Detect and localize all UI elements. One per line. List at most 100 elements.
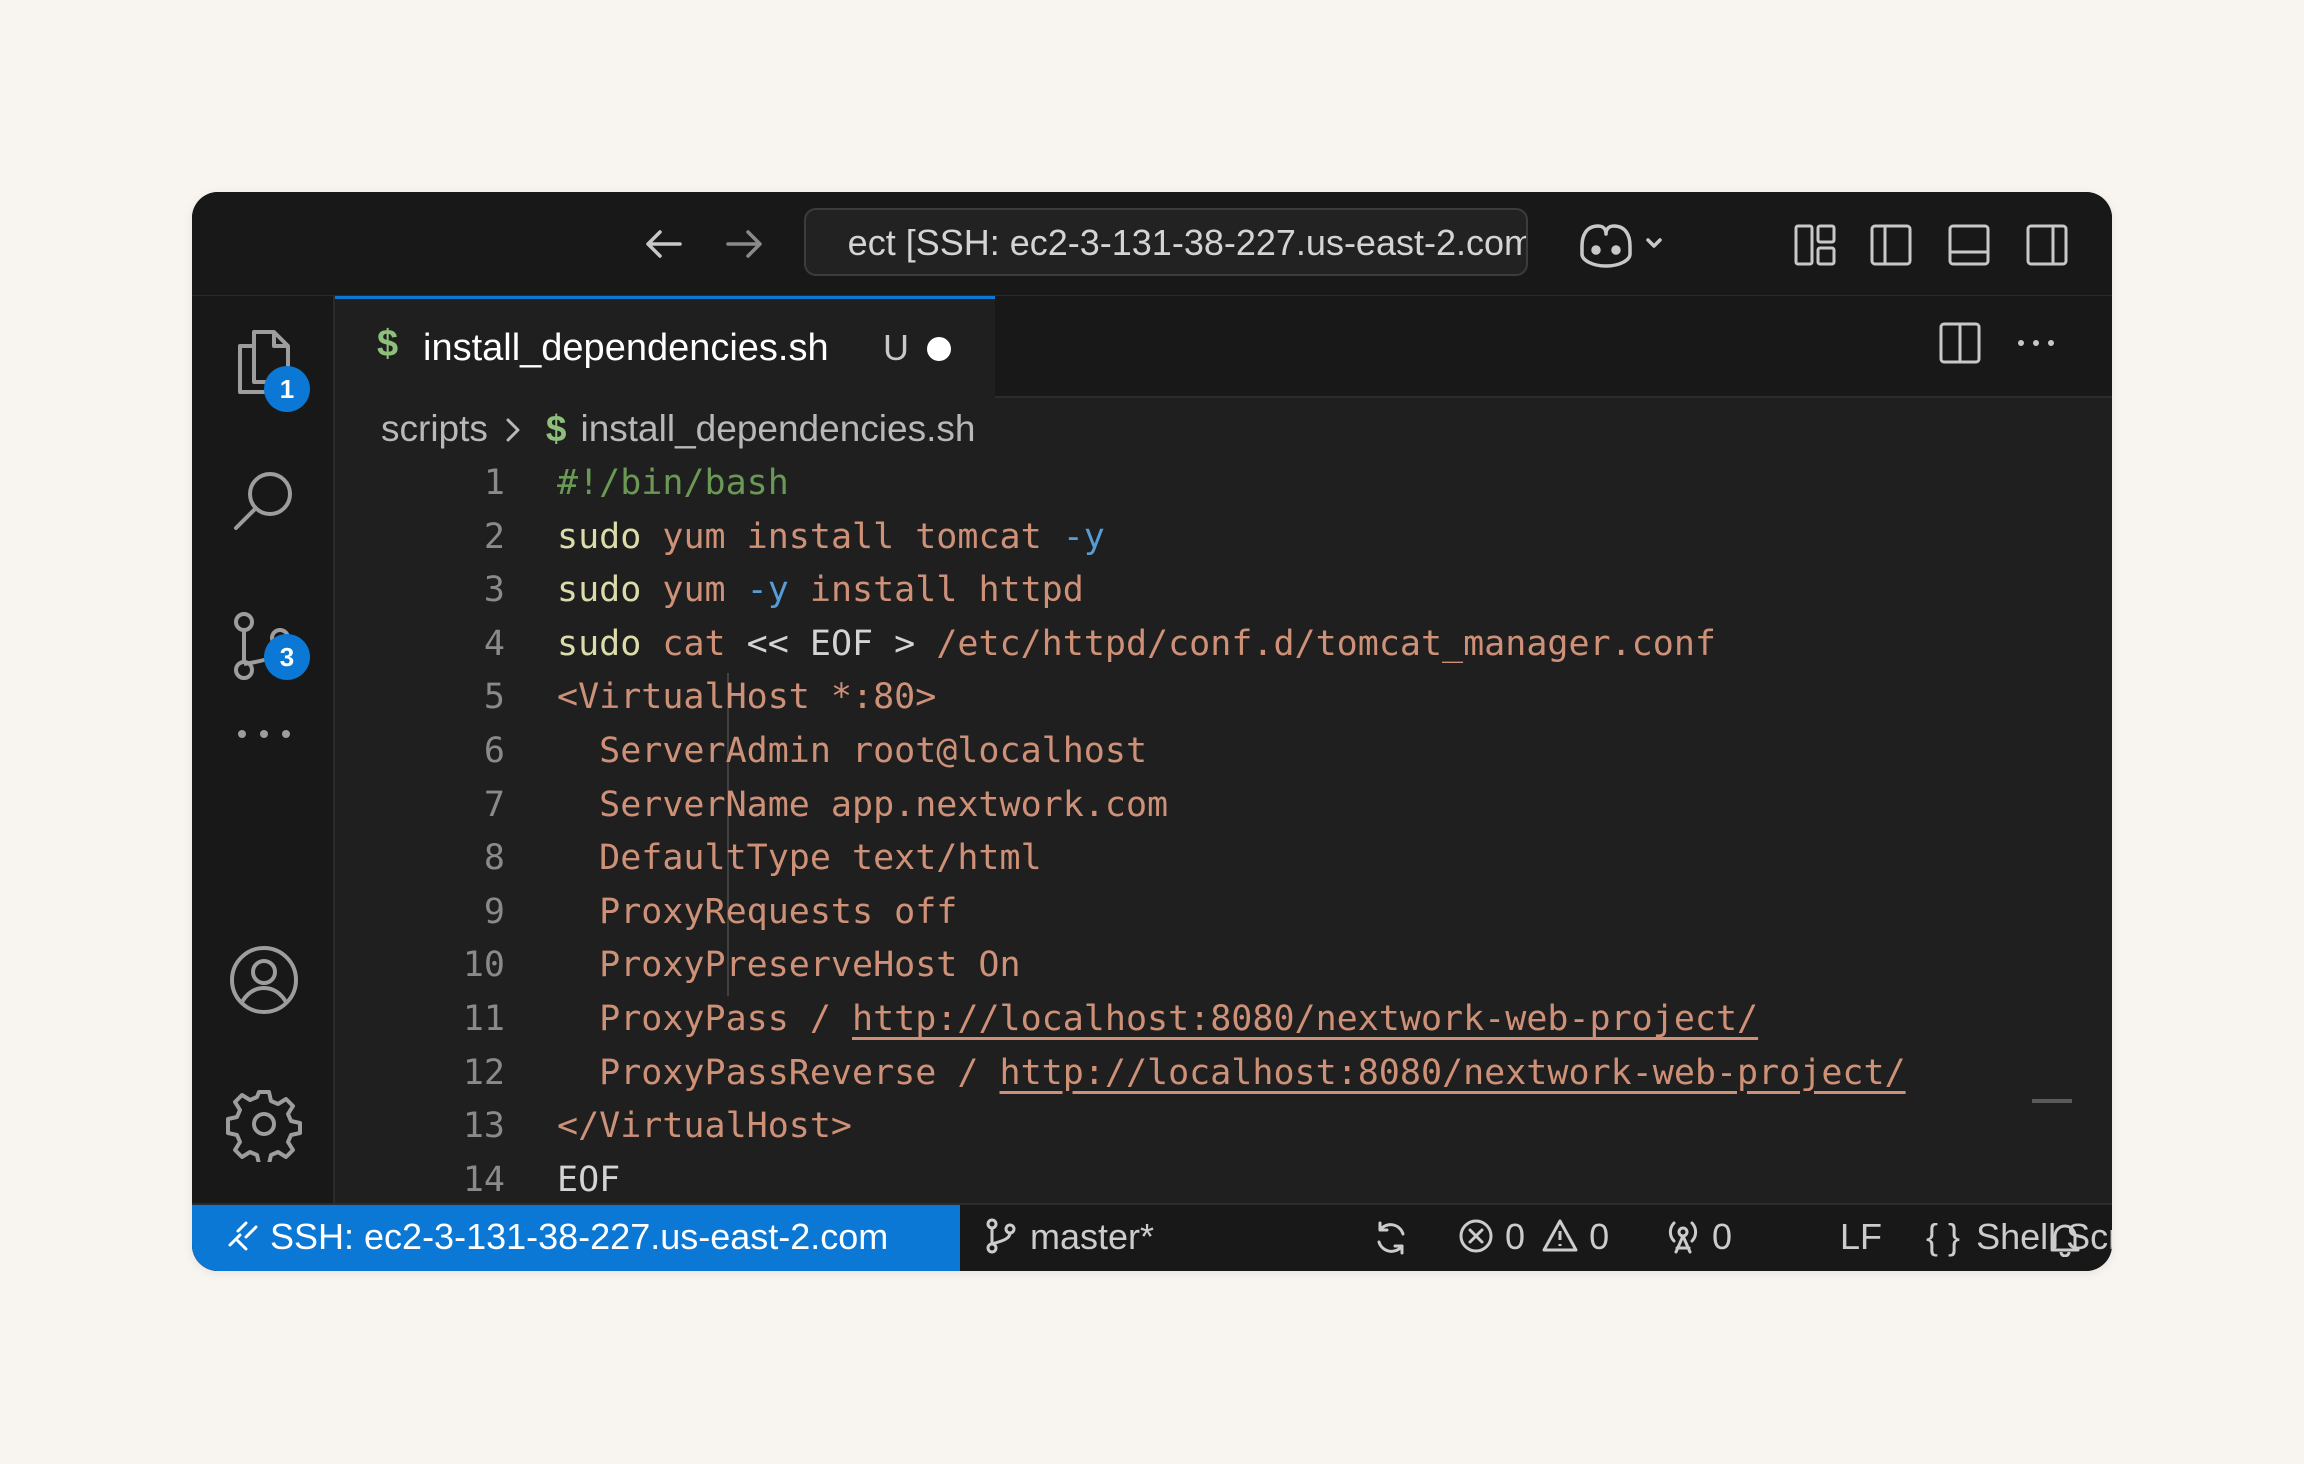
line-number: 1 (483, 463, 505, 503)
ports-indicator[interactable]: 0 (1664, 1205, 1732, 1271)
line-text: sudo cat << EOF > /etc/httpd/conf.d/tomc… (557, 617, 1716, 671)
line-number: 14 (462, 1159, 505, 1200)
back-arrow-icon[interactable] (640, 220, 688, 268)
explorer-badge: 1 (264, 366, 310, 412)
line-text: ServerAdmin root@localhost (557, 724, 1147, 778)
code-token: << EOF > (746, 623, 937, 664)
breadcrumb-folder[interactable]: scripts (381, 408, 488, 449)
line-number: 4 (483, 623, 505, 664)
end-of-line[interactable]: LF (1840, 1205, 1882, 1271)
status-bar: SSH: ec2-3-131-38-227.us-east-2.com mast… (192, 1203, 2112, 1271)
line-text: ServerName app.nextwork.com (557, 778, 1168, 832)
line-number: 3 (483, 570, 505, 611)
remote-indicator[interactable]: SSH: ec2-3-131-38-227.us-east-2.com (192, 1205, 960, 1271)
settings-gear-icon[interactable] (226, 1086, 302, 1162)
code-token: yum install tomcat (641, 516, 1063, 557)
editor-area: $ install_dependencies.sh U scripts $ inst… (335, 296, 2112, 1205)
line-number: 9 (483, 891, 505, 932)
line-text: #!/bin/bash (557, 456, 789, 510)
line-number: 13 (462, 1106, 505, 1147)
code-editor[interactable]: 1 #!/bin/bash 2 sudo yum install tomcat -y 3… (335, 456, 2072, 1205)
breadcrumb-file[interactable]: install_dependencies.sh (580, 408, 975, 449)
git-branch-icon (986, 1218, 1016, 1254)
code-token: -y (1062, 516, 1105, 557)
copilot-icon[interactable] (1572, 216, 1668, 272)
language-mode[interactable]: { } Shell Script (1926, 1205, 2112, 1271)
split-editor-icon[interactable] (1935, 318, 1985, 368)
vscode-window: ect [SSH: ec2-3-131-38-227.us-east-2.com… (192, 192, 2112, 1271)
code-token: DefaultType text/html (557, 838, 1042, 879)
error-count: 0 (1505, 1216, 1526, 1257)
shell-file-icon: $ (545, 408, 567, 449)
line-text: ProxyPass / http://localhost:8080/nextwo… (557, 992, 1758, 1046)
source-control-badge: 3 (264, 634, 310, 680)
error-icon (1459, 1219, 1493, 1253)
unsaved-dot-icon[interactable] (927, 337, 951, 361)
tab-install-dependencies[interactable]: $ install_dependencies.sh U (335, 296, 995, 398)
code-link[interactable]: http://localhost:8080/nextwork-web-proje… (852, 999, 1758, 1039)
code-token: cat (641, 623, 747, 664)
code-token: ServerName app.nextwork.com (557, 784, 1169, 825)
bell-icon[interactable] (2046, 1219, 2084, 1257)
language-label: Shell Script (1976, 1216, 2112, 1257)
line-text: ProxyPassReverse / http://localhost:8080… (557, 1046, 1906, 1100)
title-bar: ect [SSH: ec2-3-131-38-227.us-east-2.com (192, 192, 2112, 297)
braces-icon: { } (1926, 1216, 1961, 1257)
code-token: yum (641, 570, 747, 611)
tab-label: install_dependencies.sh (423, 327, 829, 369)
scrollbar-indicator[interactable] (2032, 1099, 2072, 1103)
line-text: <VirtualHost *:80> (557, 670, 936, 724)
code-token: ProxyRequests off (557, 891, 958, 932)
code-token: </VirtualHost> (557, 1106, 853, 1147)
activity-bar: 1 3 (192, 296, 335, 1205)
code-token: EOF (557, 1159, 621, 1200)
tab-untracked-status: U (883, 327, 909, 368)
line-number: 12 (462, 1052, 505, 1093)
forward-arrow-icon[interactable] (720, 220, 768, 268)
code-token: ServerAdmin root@localhost (557, 731, 1148, 771)
toggle-secondary-sidebar-icon[interactable] (2024, 222, 2070, 268)
sync-icon[interactable] (1372, 1219, 1410, 1257)
customize-layout-icon[interactable] (1792, 222, 1838, 268)
toggle-primary-sidebar-icon[interactable] (1868, 222, 1914, 268)
problems-indicator[interactable]: 0 0 (1457, 1205, 1609, 1271)
branch-name: master* (1030, 1216, 1155, 1257)
code-token: <VirtualHost *:80> (557, 677, 937, 718)
line-text: </VirtualHost> (557, 1099, 852, 1153)
line-text: sudo yum install tomcat -y (557, 510, 1105, 564)
tab-strip: $ install_dependencies.sh U (335, 296, 2112, 398)
line-text: sudo yum -y install httpd (557, 563, 1084, 617)
command-center[interactable]: ect [SSH: ec2-3-131-38-227.us-east-2.com (804, 208, 1528, 276)
more-actions-icon[interactable] (2011, 318, 2061, 368)
line-text: ProxyPreserveHost On (557, 938, 1021, 992)
search-icon[interactable] (226, 464, 302, 540)
line-number: 10 (462, 945, 505, 986)
code-token: sudo (557, 570, 642, 611)
line-number: 11 (462, 999, 505, 1039)
broadcast-icon (1668, 1221, 1698, 1254)
breadcrumb: scripts $ install_dependencies.sh (381, 404, 975, 454)
warning-icon (1542, 1219, 1578, 1252)
code-token: ProxyPreserveHost On (557, 945, 1021, 986)
line-number: 2 (483, 516, 505, 557)
toggle-panel-icon[interactable] (1946, 222, 1992, 268)
branch-indicator[interactable]: master* (982, 1205, 1154, 1271)
shell-file-icon: $ (377, 323, 399, 365)
code-token: -y (746, 570, 789, 611)
command-center-text: ect [SSH: ec2-3-131-38-227.us-east-2.com (847, 222, 1528, 263)
warning-count: 0 (1589, 1216, 1610, 1257)
line-number: 6 (483, 731, 505, 771)
code-link[interactable]: http://localhost:8080/nextwork-web-proje… (1000, 1053, 1906, 1093)
line-number: 5 (483, 677, 505, 718)
accounts-icon[interactable] (226, 942, 302, 1018)
ports-count: 0 (1712, 1216, 1733, 1257)
code-token: ProxyPassReverse / (557, 1052, 1000, 1093)
line-text: ProxyRequests off (557, 885, 957, 939)
line-text: EOF (557, 1153, 620, 1205)
chevron-right-icon (506, 418, 520, 442)
code-token: /etc/httpd/conf.d/tomcat_manager.conf (936, 623, 1716, 664)
more-views-icon[interactable] (226, 696, 302, 772)
code-token: ProxyPass / (557, 999, 853, 1039)
remote-icon (228, 1221, 258, 1251)
code-token: sudo (557, 623, 642, 664)
